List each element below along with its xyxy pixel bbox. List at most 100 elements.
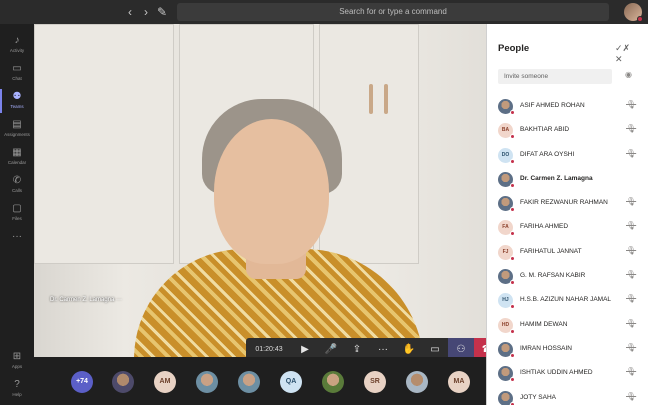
help-icon: ? bbox=[14, 379, 20, 390]
mic-muted-icon: 🎙 bbox=[626, 391, 637, 401]
calendar-icon: ▦ bbox=[12, 147, 22, 158]
rail-item-teams[interactable]: ⚉ Teams bbox=[0, 86, 34, 116]
status-dot bbox=[510, 280, 515, 286]
status-dot bbox=[510, 401, 515, 405]
status-dot bbox=[510, 182, 515, 188]
participants-icon[interactable]: ⚇ bbox=[448, 338, 474, 357]
eye-icon[interactable]: ◉ bbox=[625, 70, 632, 79]
mic-muted-icon: 🎙 bbox=[626, 318, 637, 328]
list-item[interactable]: ISHTIAK UDDIN AHMED 🎙 bbox=[487, 361, 648, 385]
mic-muted-icon: 🎙 bbox=[626, 367, 637, 377]
list-item[interactable]: FA FARIHA AHMED 🎙 bbox=[487, 215, 648, 239]
person-name: FARIHA AHMED bbox=[520, 223, 569, 231]
status-dot bbox=[510, 304, 515, 310]
participant-avatar[interactable]: MA bbox=[448, 371, 470, 393]
status-dot bbox=[510, 377, 515, 383]
title-bar: ‹ › ✎ Search for or type a command bbox=[0, 0, 648, 24]
back-icon[interactable]: ‹ bbox=[122, 4, 138, 20]
assignments-icon: ▤ bbox=[12, 119, 22, 130]
people-list: ASIF AHMED ROHAN 🎙 BA BAKHTIAR ABID 🎙 DO DIFAT… bbox=[487, 94, 648, 405]
rail-item-calls[interactable]: ✆ Calls bbox=[0, 170, 34, 200]
mic-muted-icon: 🎙 bbox=[626, 294, 637, 304]
avatar bbox=[498, 366, 515, 383]
status-dot bbox=[510, 158, 515, 164]
more-icon: ··· bbox=[12, 231, 22, 242]
person-name: H.S.B. AZIZUN NAHAR JAMAL bbox=[520, 296, 612, 304]
participant-avatar[interactable] bbox=[406, 371, 428, 393]
compose-icon[interactable]: ✎ bbox=[154, 4, 170, 20]
participant-avatar[interactable] bbox=[112, 371, 134, 393]
participant-avatar[interactable] bbox=[238, 371, 260, 393]
person-name: BAKHTIAR ABID bbox=[520, 126, 570, 134]
chat-icon[interactable]: ▭ bbox=[422, 338, 448, 357]
hang-up-button[interactable]: ☎ bbox=[474, 338, 486, 357]
participant-avatar[interactable]: AM bbox=[154, 371, 176, 393]
cabinet-left bbox=[34, 24, 174, 264]
status-dot bbox=[510, 207, 515, 213]
invite-input[interactable]: Invite someone bbox=[498, 69, 612, 84]
list-item[interactable]: IMRAN HOSSAIN 🎙 bbox=[487, 337, 648, 361]
people-panel: People ✓✗ ✕ Invite someone ◉ ASIF AHMED … bbox=[486, 24, 648, 405]
list-item[interactable]: FAKIR REZWANUR RAHMAN 🎙 bbox=[487, 191, 648, 215]
list-item[interactable]: FJ FARIHATUL JANNAT 🎙 bbox=[487, 240, 648, 264]
rail-item-apps[interactable]: ⊞ Apps bbox=[0, 346, 34, 376]
files-icon: ▢ bbox=[12, 203, 22, 214]
avatar bbox=[498, 269, 515, 286]
mic-muted-icon: 🎙 bbox=[626, 342, 637, 352]
rail-item-files[interactable]: ▢ Files bbox=[0, 198, 34, 228]
list-item[interactable]: Dr. Carmen Z. Lamagna bbox=[487, 167, 648, 191]
video-toggle-icon[interactable]: ▶ bbox=[292, 338, 318, 357]
mic-muted-icon: 🎙 bbox=[626, 100, 637, 109]
rail-item-chat[interactable]: ▭ Chat bbox=[0, 58, 34, 88]
forward-icon[interactable]: › bbox=[138, 4, 154, 20]
cabinet-knob bbox=[369, 84, 373, 114]
mic-toggle-icon[interactable]: 🎤 bbox=[318, 338, 344, 357]
chat-icon: ▭ bbox=[12, 63, 22, 74]
status-dot bbox=[510, 231, 515, 237]
list-item[interactable]: DO DIFAT ARA OYSHI 🎙 bbox=[487, 143, 648, 167]
person-name: IMRAN HOSSAIN bbox=[520, 344, 573, 352]
participant-avatar[interactable]: SR bbox=[364, 371, 386, 393]
list-item[interactable]: JOTY SAHA 🎙 bbox=[487, 386, 648, 405]
more-participants-badge[interactable]: +74 bbox=[71, 371, 93, 393]
avatar bbox=[498, 390, 515, 405]
person-name: HAMIM DEWAN bbox=[520, 320, 568, 328]
avatar-initials: FJ bbox=[502, 248, 509, 255]
avatar: HJ bbox=[498, 293, 515, 310]
rail-item-calendar[interactable]: ▦ Calendar bbox=[0, 142, 34, 172]
call-timer: 01:20:43 bbox=[255, 346, 283, 353]
status-dot bbox=[637, 16, 643, 22]
person-name: G. M. RAFSAN KABIR bbox=[520, 272, 586, 280]
speaker-name-label: Dr. Carmen Z. Lamagna ··· bbox=[50, 297, 122, 303]
close-icon[interactable]: ✕ bbox=[615, 54, 623, 64]
avatar bbox=[498, 171, 515, 188]
avatar: FA bbox=[498, 220, 515, 237]
mute-all-icon[interactable]: ✓✗ bbox=[615, 43, 630, 53]
rail-item-help[interactable]: ? Help bbox=[0, 374, 34, 404]
raise-hand-icon[interactable]: ✋ bbox=[396, 338, 422, 357]
rail-item-more[interactable]: ··· bbox=[0, 226, 34, 256]
status-dot bbox=[510, 134, 515, 140]
search-input[interactable]: Search for or type a command bbox=[177, 3, 609, 21]
rail-item-activity[interactable]: ♪ Activity bbox=[0, 30, 34, 60]
list-item[interactable]: BA BAKHTIAR ABID 🎙 bbox=[487, 118, 648, 142]
mic-muted-icon: 🎙 bbox=[626, 124, 637, 134]
list-item[interactable]: HD HAMIM DEWAN 🎙 bbox=[487, 313, 648, 337]
person-name: FAKIR REZWANUR RAHMAN bbox=[520, 199, 608, 207]
participant-avatar[interactable] bbox=[196, 371, 218, 393]
panel-actions: ✓✗ ✕ bbox=[607, 43, 648, 65]
speaker-more-icon[interactable]: ··· bbox=[116, 297, 122, 303]
list-item[interactable]: ASIF AHMED ROHAN 🎙 bbox=[487, 94, 648, 118]
list-item[interactable]: HJ H.S.B. AZIZUN NAHAR JAMAL 🎙 bbox=[487, 288, 648, 312]
avatar[interactable] bbox=[624, 3, 643, 22]
participant-avatar[interactable] bbox=[322, 371, 344, 393]
list-item[interactable]: G. M. RAFSAN KABIR 🎙 bbox=[487, 264, 648, 288]
participant-strip: +74 AM QA SR MA bbox=[34, 357, 486, 405]
participant-avatar[interactable]: QA bbox=[280, 371, 302, 393]
avatar: FJ bbox=[498, 244, 515, 261]
share-screen-icon[interactable]: ⇪ bbox=[344, 338, 370, 357]
mic-muted-icon: 🎙 bbox=[626, 148, 637, 158]
more-actions-icon[interactable]: ··· bbox=[370, 338, 396, 357]
rail-item-assignments[interactable]: ▤ Assignments bbox=[0, 114, 34, 144]
person-name: DIFAT ARA OYSHI bbox=[520, 150, 575, 158]
